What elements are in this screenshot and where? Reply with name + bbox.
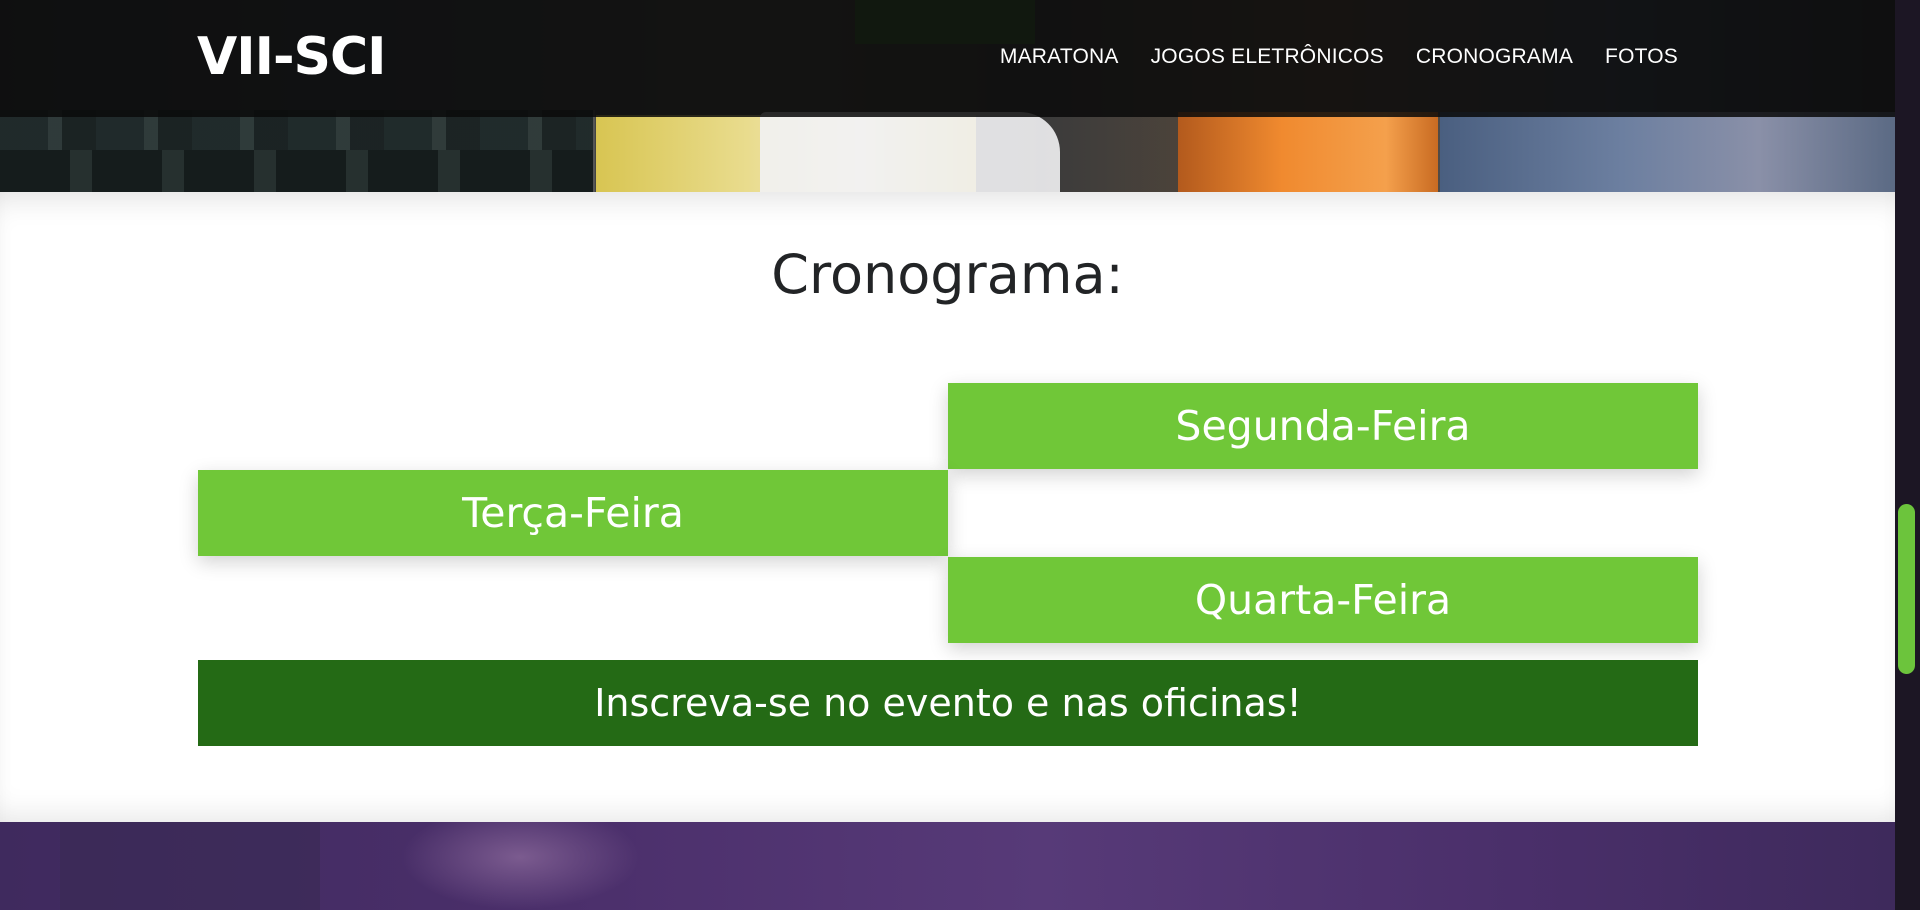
day-button-segunda[interactable]: Segunda-Feira bbox=[948, 383, 1698, 469]
hero-photo-jeans-area bbox=[1440, 112, 1895, 192]
scrollbar-track[interactable] bbox=[1895, 0, 1920, 910]
nav-link-maratona[interactable]: MARATONA bbox=[1000, 40, 1119, 74]
site-header: VII-SCI MARATONA JOGOS ELETRÔNICOS CRONO… bbox=[0, 0, 1895, 117]
bottom-photo-person bbox=[400, 822, 640, 910]
day-button-quarta[interactable]: Quarta-Feira bbox=[948, 557, 1698, 643]
photo-band-bottom bbox=[0, 822, 1895, 910]
signup-button[interactable]: Inscreva-se no evento e nas oficinas! bbox=[198, 660, 1698, 746]
scrollbar-thumb[interactable] bbox=[1898, 504, 1915, 674]
bottom-photo-shirt bbox=[60, 822, 320, 910]
hero-photo-paper bbox=[760, 112, 1060, 192]
hero-photo-divider bbox=[593, 110, 595, 192]
nav-link-fotos[interactable]: FOTOS bbox=[1605, 40, 1678, 74]
page: VII-SCI MARATONA JOGOS ELETRÔNICOS CRONO… bbox=[0, 0, 1895, 910]
site-logo[interactable]: VII-SCI bbox=[197, 24, 386, 90]
nav-link-jogos-eletronicos[interactable]: JOGOS ELETRÔNICOS bbox=[1151, 40, 1384, 74]
day-button-terca[interactable]: Terça-Feira bbox=[198, 470, 948, 556]
schedule-title: Cronograma: bbox=[771, 243, 1124, 306]
nav-link-cronograma[interactable]: CRONOGRAMA bbox=[1416, 40, 1573, 74]
hero-photo-seats-lower bbox=[0, 150, 594, 192]
hero-photo-orange-area bbox=[1178, 112, 1438, 192]
main-nav: MARATONA JOGOS ELETRÔNICOS CRONOGRAMA FO… bbox=[1000, 40, 1678, 74]
